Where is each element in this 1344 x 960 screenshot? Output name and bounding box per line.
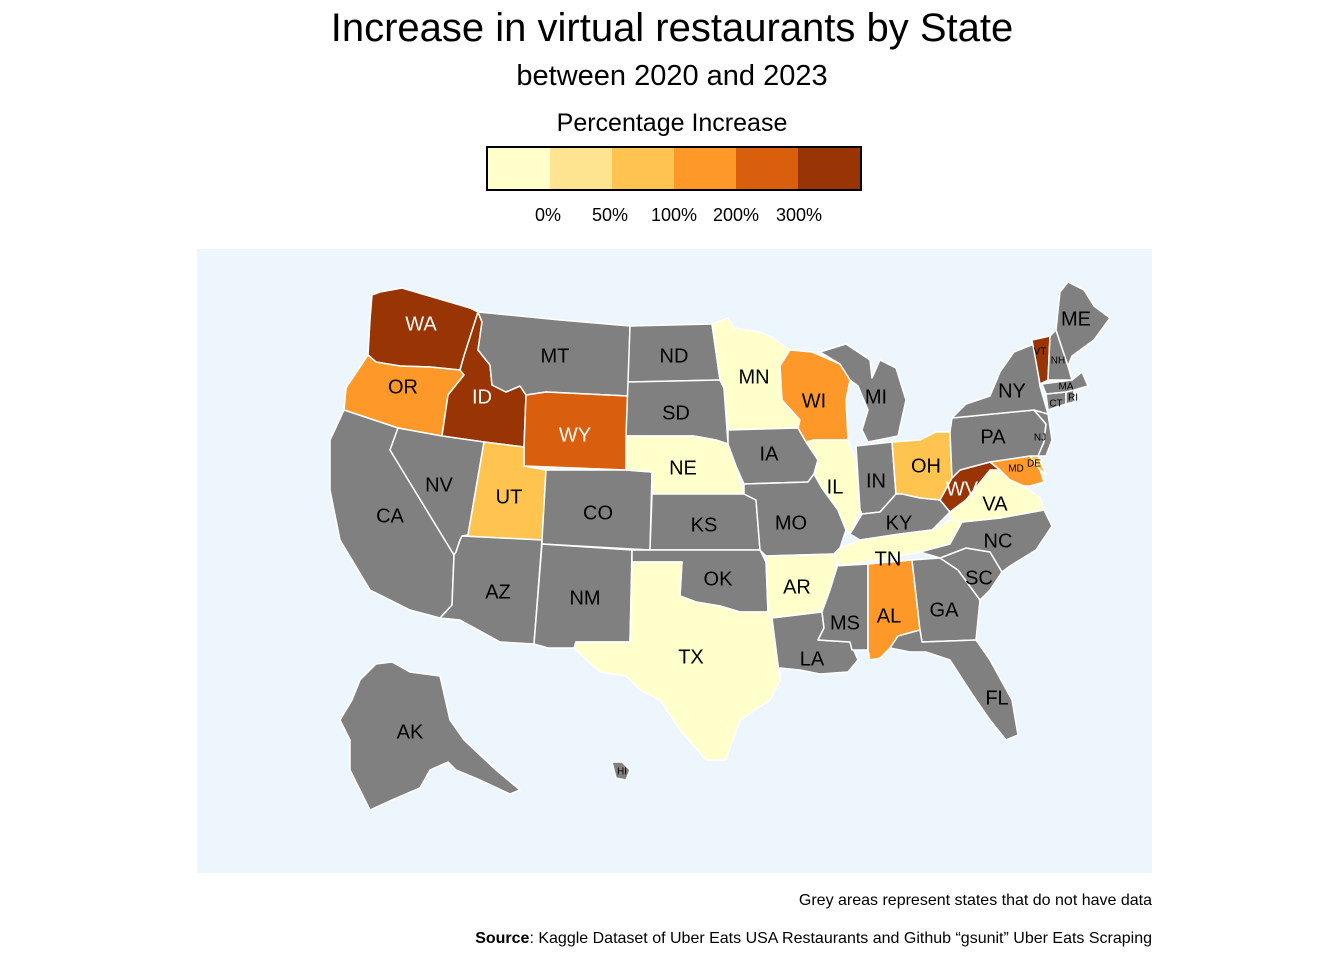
legend-swatch-1 — [550, 148, 612, 189]
state-label-ak: AK — [397, 721, 424, 743]
source-text: : Kaggle Dataset of Uber Eats USA Restau… — [529, 930, 1152, 947]
chart-title: Increase in virtual restaurants by State — [330, 6, 1014, 50]
state-label-de: DE — [1027, 459, 1041, 470]
state-label-md: MD — [1008, 464, 1024, 475]
state-label-ky: KY — [886, 512, 913, 534]
legend-swatch-2 — [612, 148, 674, 189]
state-label-nd: ND — [660, 345, 689, 367]
state-label-al: AL — [877, 605, 901, 627]
state-label-tx: TX — [678, 646, 704, 668]
state-label-co: CO — [583, 502, 613, 524]
state-label-sd: SD — [662, 402, 690, 424]
state-label-mo: MO — [775, 512, 807, 534]
state-label-or: OR — [388, 376, 418, 398]
state-label-wv: WV — [946, 478, 979, 500]
state-ak — [339, 661, 521, 811]
state-label-mn: MN — [738, 366, 769, 388]
state-label-wy: WY — [559, 424, 591, 446]
legend-title: Percentage Increase — [556, 109, 788, 137]
state-label-wa: WA — [405, 313, 437, 335]
state-label-ia: IA — [760, 443, 780, 465]
state-label-ny: NY — [998, 380, 1026, 402]
legend-tick-0: 0% — [534, 205, 562, 225]
state-label-ms: MS — [830, 612, 860, 634]
legend-swatch-5 — [798, 148, 860, 189]
state-fl — [889, 629, 1019, 741]
footnote-no-data: Grey areas represent states that do not … — [798, 892, 1152, 909]
state-label-va: VA — [982, 493, 1008, 515]
legend-tick-200: 200% — [712, 205, 760, 225]
state-label-ct: CT — [1049, 399, 1062, 410]
state-label-ma: MA — [1059, 382, 1074, 393]
state-label-ne: NE — [669, 457, 697, 479]
state-label-tn: TN — [875, 548, 902, 570]
chart-subtitle: between 2020 and 2023 — [516, 60, 828, 92]
state-label-id: ID — [472, 386, 492, 408]
map-panel: WA OR ID MT WY ND SD MN WI MI NE IA IL IN OH PA NY ME NV UT… — [197, 249, 1152, 873]
state-label-me: ME — [1061, 308, 1091, 330]
state-label-fl: FL — [985, 687, 1008, 709]
state-label-ks: KS — [691, 514, 718, 536]
state-label-nm: NM — [569, 587, 600, 609]
state-label-la: LA — [800, 648, 825, 670]
legend-tick-300: 300% — [775, 205, 823, 225]
state-label-ga: GA — [930, 599, 960, 621]
state-label-wi: WI — [802, 390, 826, 412]
state-label-mt: MT — [541, 345, 570, 367]
state-label-hi: HI — [617, 767, 627, 778]
state-label-vt: VT — [1034, 347, 1047, 358]
legend-swatch-4 — [736, 148, 798, 189]
legend-tick-50: 50% — [591, 205, 629, 225]
legend-swatch-0 — [488, 148, 550, 189]
state-label-nv: NV — [425, 474, 453, 496]
state-label-ca: CA — [376, 505, 404, 527]
state-label-ok: OK — [704, 568, 734, 590]
state-label-nc: NC — [984, 530, 1013, 552]
state-label-az: AZ — [485, 581, 511, 603]
state-label-in: IN — [866, 470, 886, 492]
legend-colorbar — [486, 146, 862, 191]
state-label-mi: MI — [865, 386, 887, 408]
state-label-nh: NH — [1051, 356, 1065, 367]
state-label-oh: OH — [911, 455, 941, 477]
state-label-nj: NJ — [1034, 433, 1046, 444]
state-label-il: IL — [827, 476, 844, 498]
legend-swatch-3 — [674, 148, 736, 189]
us-map: WA OR ID MT WY ND SD MN WI MI NE IA IL IN OH PA NY ME NV UT… — [329, 281, 1111, 811]
state-label-ri: RI — [1068, 393, 1078, 404]
state-label-sc: SC — [965, 567, 993, 589]
state-label-pa: PA — [980, 426, 1006, 448]
state-label-ut: UT — [496, 486, 523, 508]
state-label-ar: AR — [783, 576, 811, 598]
source-label: Source — [475, 930, 530, 947]
source-note: Source: Kaggle Dataset of Uber Eats USA … — [475, 930, 1152, 948]
legend-tick-100: 100% — [650, 205, 698, 225]
